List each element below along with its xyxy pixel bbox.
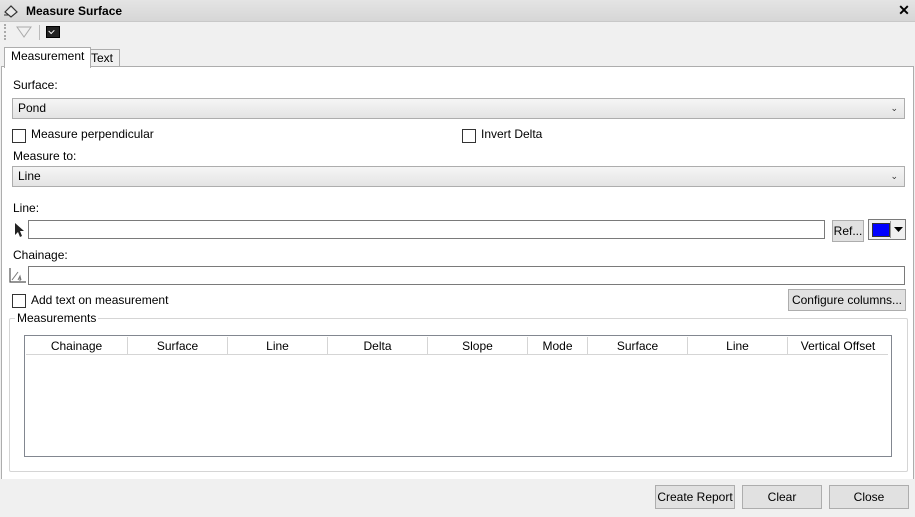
column-header-delta[interactable]: Delta xyxy=(328,337,428,355)
surface-label: Surface: xyxy=(13,78,58,92)
console-icon[interactable] xyxy=(46,26,60,38)
color-swatch xyxy=(872,223,890,237)
measure-perpendicular-checkbox[interactable] xyxy=(12,129,26,143)
column-header-chainage[interactable]: Chainage xyxy=(26,337,128,355)
tab-measurement[interactable]: Measurement xyxy=(4,47,92,68)
close-window-button[interactable]: ✕ xyxy=(896,2,912,19)
toolbar xyxy=(0,22,915,43)
column-header-surface[interactable]: Surface xyxy=(128,337,228,355)
chainage-icon[interactable] xyxy=(9,267,27,284)
configure-columns-button[interactable]: Configure columns... xyxy=(788,289,906,311)
chainage-label: Chainage: xyxy=(13,248,68,262)
add-text-label: Add text on measurement xyxy=(31,293,169,307)
window-title: Measure Surface xyxy=(26,4,123,18)
surface-select[interactable]: Pond ⌄ xyxy=(12,98,905,119)
column-header-line[interactable]: Line xyxy=(228,337,328,355)
chevron-down-icon: ⌄ xyxy=(890,171,898,181)
add-text-checkbox[interactable] xyxy=(12,294,26,308)
color-picker[interactable] xyxy=(868,219,906,240)
invert-delta-label: Invert Delta xyxy=(481,127,543,141)
measure-to-label: Measure to: xyxy=(13,149,77,163)
chevron-down-icon: ⌄ xyxy=(890,103,898,113)
title-bar xyxy=(0,0,915,22)
chevron-down-icon xyxy=(894,227,903,232)
column-header-surface-2[interactable]: Surface xyxy=(588,337,688,355)
create-report-button[interactable]: Create Report xyxy=(655,485,735,509)
eraser-icon xyxy=(4,5,18,18)
filter-icon[interactable] xyxy=(16,26,32,38)
invert-delta-checkbox[interactable] xyxy=(462,129,476,143)
column-header-mode[interactable]: Mode xyxy=(528,337,588,355)
chainage-input[interactable] xyxy=(28,266,905,285)
close-button[interactable]: Close xyxy=(829,485,909,509)
clear-button[interactable]: Clear xyxy=(742,485,822,509)
line-input[interactable] xyxy=(28,220,825,239)
toolbar-separator xyxy=(39,25,40,40)
cursor-arrow-icon[interactable] xyxy=(13,222,25,238)
surface-value: Pond xyxy=(18,101,47,115)
toolbar-grip[interactable] xyxy=(4,24,9,40)
column-header-vertical-offset[interactable]: Vertical Offset xyxy=(788,337,888,355)
measurements-group-title: Measurements xyxy=(15,311,99,325)
column-header-slope[interactable]: Slope xyxy=(428,337,528,355)
column-header-line-2[interactable]: Line xyxy=(688,337,788,355)
grid-header: Chainage Surface Line Delta Slope Mode S… xyxy=(26,337,888,355)
measure-perpendicular-label: Measure perpendicular xyxy=(31,127,154,141)
divider xyxy=(890,221,891,238)
measure-to-value: Line xyxy=(18,169,41,183)
measure-to-select[interactable]: Line ⌄ xyxy=(12,166,905,187)
line-label: Line: xyxy=(13,201,40,215)
ref-button[interactable]: Ref... xyxy=(832,220,864,242)
